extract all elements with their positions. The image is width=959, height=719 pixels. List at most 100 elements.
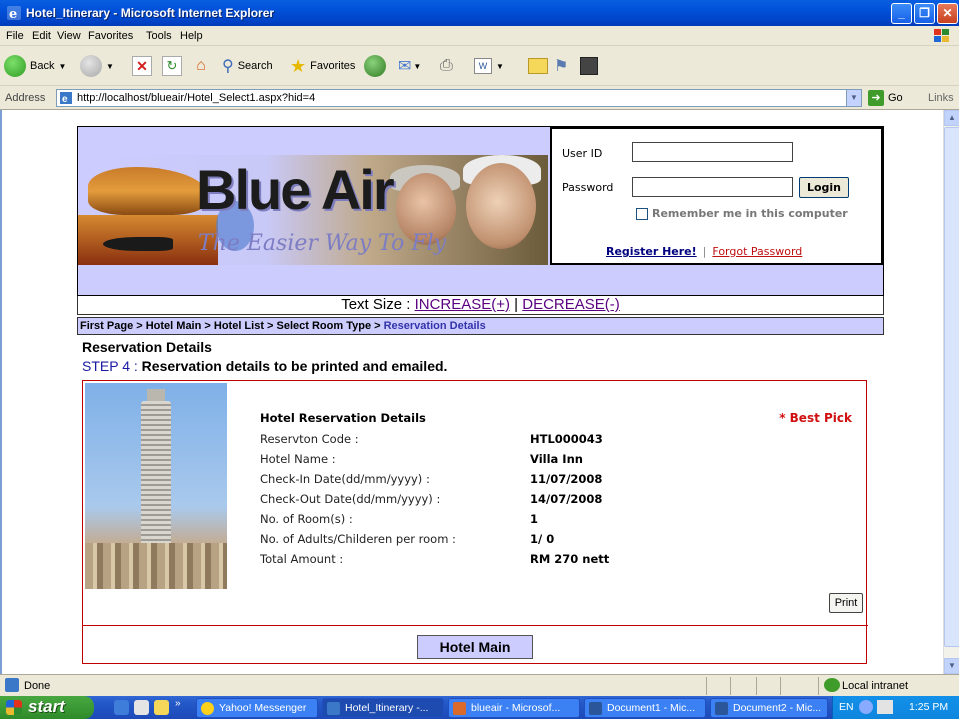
remember-me-row[interactable]: Remember me in this computer (636, 207, 848, 220)
start-button[interactable]: start (0, 696, 94, 719)
title-bar[interactable]: e Hotel_Itinerary - Microsoft Internet E… (0, 0, 959, 26)
task-document2[interactable]: Document2 - Mic... (710, 698, 828, 718)
forward-button[interactable]: ▼ (80, 54, 114, 78)
edit-dropdown-icon[interactable]: ▼ (496, 62, 504, 71)
home-button[interactable]: ⌂ (190, 54, 212, 78)
svg-text:e: e (9, 7, 17, 21)
login-button[interactable]: Login (799, 177, 849, 198)
research-button[interactable]: ⚑ (554, 54, 568, 78)
text-size-separator: | (510, 296, 523, 313)
user-id-input[interactable] (632, 142, 793, 162)
scroll-down-icon[interactable]: ▼ (944, 658, 959, 674)
menu-edit[interactable]: Edit (32, 30, 51, 42)
home-icon: ⌂ (196, 57, 206, 74)
task-hotel-itinerary[interactable]: Hotel_Itinerary -... (322, 698, 444, 718)
breadcrumb-current: Reservation Details (383, 320, 486, 332)
go-label: Go (888, 92, 903, 104)
favorites-button[interactable]: ★ Favorites (290, 54, 355, 78)
quicklaunch-media-icon[interactable] (134, 700, 149, 715)
word-icon: W (474, 58, 492, 74)
address-url: http://localhost/blueair/Hotel_Select1.a… (77, 92, 316, 104)
status-divider (818, 677, 819, 695)
maximize-button[interactable]: ❐ (914, 3, 935, 24)
row-value: HTL000043 (530, 432, 603, 446)
stop-button[interactable]: ✕ (132, 54, 152, 78)
hotel-photo (85, 383, 227, 589)
menu-file[interactable]: File (6, 30, 24, 42)
page-icon: e (60, 92, 72, 105)
task-label: blueair - Microsof... (471, 702, 561, 714)
security-zone: Local intranet (842, 680, 909, 692)
menu-bar: File Edit View Favorites Tools Help (0, 26, 959, 46)
password-input[interactable] (632, 177, 793, 197)
row-value: 11/07/2008 (530, 472, 603, 486)
discuss-button[interactable] (528, 54, 548, 78)
plane-silhouette-icon (103, 237, 173, 251)
mail-dropdown-icon[interactable]: ▼ (413, 62, 421, 71)
step-label: STEP 4 : (82, 358, 142, 374)
breadcrumb-trail[interactable]: First Page > Hotel Main > Hotel List > S… (80, 320, 384, 332)
history-button[interactable] (364, 54, 386, 78)
password-label: Password (562, 181, 614, 194)
forward-dropdown-icon[interactable]: ▼ (106, 62, 114, 71)
task-yahoo-messenger[interactable]: Yahoo! Messenger (196, 698, 318, 718)
address-input[interactable]: e http://localhost/blueair/Hotel_Select1… (56, 89, 862, 107)
edit-button[interactable]: W ▼ (474, 54, 504, 78)
messenger-toolbar-button[interactable] (580, 54, 598, 78)
login-panel: User ID Password Login Remember me in th… (550, 127, 883, 265)
vertical-scrollbar[interactable]: ▲ ▼ (943, 110, 959, 674)
address-dropdown-icon[interactable]: ▼ (846, 90, 861, 106)
refresh-button[interactable]: ↻ (162, 54, 182, 78)
links-toolbar[interactable]: Links (928, 92, 954, 104)
back-button[interactable]: Back ▼ (4, 54, 66, 78)
menu-favorites[interactable]: Favorites (88, 30, 133, 42)
panel-divider (83, 625, 868, 626)
address-label: Address (5, 92, 46, 104)
remember-me-checkbox[interactable] (636, 207, 648, 220)
search-icon: ⚲ (222, 58, 234, 75)
go-button[interactable]: ➜ Go (868, 90, 903, 106)
scroll-up-icon[interactable]: ▲ (944, 110, 959, 126)
row-label: Reservton Code : (260, 432, 359, 446)
mail-button[interactable]: ✉ ▼ (398, 54, 421, 78)
register-link[interactable]: Register Here! (606, 245, 697, 258)
print-button[interactable]: Print (829, 593, 863, 613)
quicklaunch-desktop-icon[interactable] (154, 700, 169, 715)
task-blueair[interactable]: blueair - Microsof... (448, 698, 580, 718)
text-size-increase-link[interactable]: INCREASE(+) (415, 296, 510, 313)
scroll-thumb[interactable] (944, 127, 959, 647)
menu-tools[interactable]: Tools (146, 30, 172, 42)
menu-help[interactable]: Help (180, 30, 203, 42)
tray-network-icon[interactable] (877, 700, 893, 714)
text-size-decrease-link[interactable]: DECREASE(-) (522, 296, 620, 313)
printer-icon: ⎙ (440, 57, 453, 74)
close-button[interactable]: ✕ (937, 3, 958, 24)
reservation-details-panel: Hotel Reservation Details Reservton Code… (82, 380, 868, 664)
tray-back-icon[interactable] (859, 700, 873, 714)
go-arrow-icon: ➜ (868, 90, 884, 106)
refresh-icon: ↻ (162, 56, 182, 76)
minimize-button[interactable]: _ (891, 3, 912, 24)
reservation-row: Check-In Date(dd/mm/yyyy) : 11/07/2008 (260, 472, 860, 490)
task-document1[interactable]: Document1 - Mic... (584, 698, 706, 718)
reservation-info: Hotel Reservation Details Reservton Code… (260, 381, 860, 581)
system-tray: EN 1:25 PM (832, 696, 959, 719)
row-label: Check-Out Date(dd/mm/yyyy) : (260, 492, 441, 506)
reservation-row: No. of Adults/Childeren per room : 1/ 0 (260, 532, 860, 550)
menu-view[interactable]: View (57, 30, 81, 42)
search-button[interactable]: ⚲ Search (222, 54, 273, 78)
quicklaunch-expand-icon[interactable]: » (175, 698, 181, 709)
quicklaunch-ie-icon[interactable] (114, 700, 129, 715)
step-instruction: STEP 4 : Reservation details to be print… (82, 358, 447, 374)
forgot-password-link[interactable]: Forgot Password (712, 245, 802, 258)
hotel-main-button[interactable]: Hotel Main (417, 635, 533, 659)
task-label: Document2 - Mic... (733, 702, 822, 714)
back-dropdown-icon[interactable]: ▼ (58, 62, 66, 71)
stop-icon: ✕ (132, 56, 152, 76)
row-value: 1 (530, 512, 539, 526)
language-indicator[interactable]: EN (839, 701, 854, 713)
clock: 1:25 PM (909, 701, 949, 713)
print-toolbar-button[interactable]: ⎙ (440, 54, 453, 78)
standard-toolbar: Back ▼ ▼ ✕ ↻ ⌂ ⚲ Search ★ Favorites ✉ ▼ (0, 46, 959, 86)
row-label: No. of Room(s) : (260, 512, 353, 526)
